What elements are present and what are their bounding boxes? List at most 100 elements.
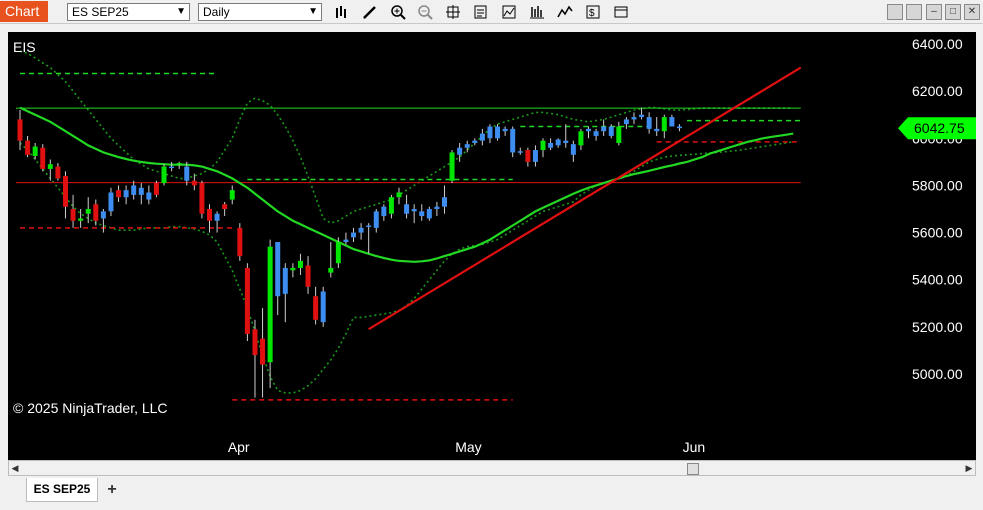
period-select-value: Daily [203, 5, 230, 19]
candle-body [616, 126, 622, 143]
minimize-button[interactable]: – [926, 4, 942, 20]
zoom-in-icon[interactable] [389, 3, 407, 21]
candle-body [237, 227, 243, 257]
candle-body [472, 140, 478, 143]
candle-body [260, 338, 266, 365]
price-tick-label: 5600.00 [912, 225, 963, 241]
candle-body [62, 176, 68, 207]
candle-body [366, 225, 372, 227]
crosshair-icon[interactable] [444, 3, 462, 21]
candle-body [229, 190, 235, 200]
bar-type-icon[interactable] [333, 3, 351, 21]
candle-body [17, 119, 23, 141]
data-box-icon[interactable] [472, 3, 490, 21]
candle-body [176, 163, 182, 165]
candle-body [639, 114, 645, 118]
chart-tab-strip: ES SEP25 + [0, 476, 983, 510]
candle-body [335, 242, 341, 264]
candle-body [646, 117, 652, 129]
window-option-button[interactable] [887, 4, 903, 20]
tab-es-sep25[interactable]: ES SEP25 [26, 478, 98, 502]
last-price-marker: 6042.75 [898, 117, 976, 140]
candle-body [426, 209, 432, 219]
candle-body [548, 143, 554, 148]
candle-body [191, 180, 197, 186]
candle-body [510, 128, 516, 153]
maximize-button[interactable]: □ [945, 4, 961, 20]
price-tick-label: 5400.00 [912, 272, 963, 288]
candle-body [608, 126, 614, 136]
candle-body [313, 296, 319, 320]
candle-body [290, 267, 296, 271]
candle-body [396, 192, 402, 198]
scrollbar-thumb[interactable] [687, 463, 699, 475]
candle-body [305, 265, 311, 287]
scroll-right-icon[interactable]: ▶ [963, 461, 975, 475]
candle-body [464, 144, 470, 148]
strategies-icon[interactable] [528, 3, 546, 21]
instrument-select-value: ES SEP25 [72, 5, 129, 19]
candle-body [25, 140, 31, 155]
indicators-icon[interactable] [500, 3, 518, 21]
chart-scrollbar[interactable]: ◀ ▶ [8, 460, 976, 476]
bollinger-bands [19, 50, 794, 394]
instrument-select[interactable]: ES SEP25 ▼ [67, 3, 190, 21]
price-tick-label: 6400.00 [912, 36, 963, 52]
add-tab-button[interactable]: + [101, 480, 123, 500]
candle-body [93, 204, 99, 221]
candle-body [449, 152, 455, 181]
moving-average [19, 106, 794, 263]
template-icon[interactable] [612, 3, 630, 21]
time-tick-label: Jun [683, 439, 706, 455]
candle-body [358, 227, 364, 233]
chart-properties-icon[interactable] [556, 3, 574, 21]
candle-body [441, 197, 447, 207]
chevron-down-icon: ▼ [308, 6, 318, 17]
candle-body [540, 140, 546, 151]
time-axis[interactable]: Apr May Jun [228, 439, 705, 455]
price-chart[interactable]: 5000.005200.005400.005600.005800.006000.… [8, 32, 976, 460]
candle-body [116, 190, 122, 198]
price-tick-label: 5000.00 [912, 366, 963, 382]
bollinger-lower [19, 141, 794, 394]
chevron-down-icon: ▼ [176, 6, 186, 17]
chart-symbol-label: EIS [13, 39, 36, 55]
candle-body [169, 166, 175, 169]
trendline [368, 66, 802, 331]
candle-body [525, 150, 531, 162]
candle-body [502, 128, 508, 132]
candle-body [275, 242, 281, 297]
more-icon[interactable]: $ [584, 3, 602, 21]
price-axis[interactable]: 5000.005200.005400.005600.005800.006000.… [912, 36, 963, 382]
window-link-button[interactable] [906, 4, 922, 20]
candle-body [388, 197, 394, 214]
chart-window-tag[interactable]: Chart [0, 1, 48, 22]
trend-line [368, 66, 802, 331]
candle-body [343, 239, 349, 242]
zoom-out-icon[interactable] [416, 3, 434, 21]
close-button[interactable]: ✕ [964, 4, 980, 20]
candle-body [570, 144, 576, 155]
candle-body [601, 126, 607, 132]
candle-body [563, 140, 569, 143]
draw-pencil-icon[interactable] [361, 3, 379, 21]
candle-body [267, 246, 273, 363]
candle-body [517, 151, 523, 153]
candle-body [244, 267, 250, 334]
time-tick-label: Apr [228, 439, 250, 455]
candle-body [434, 206, 440, 209]
candle-body [78, 218, 84, 221]
candle-body [146, 192, 152, 200]
candle-body [419, 211, 425, 217]
period-select[interactable]: Daily ▼ [198, 3, 322, 21]
price-tick-label: 5800.00 [912, 177, 963, 193]
candle-body [328, 267, 334, 273]
candle-body [297, 260, 303, 268]
candle-body [70, 209, 76, 221]
scroll-left-icon[interactable]: ◀ [9, 461, 21, 475]
chart-svg[interactable]: 5000.005200.005400.005600.005800.006000.… [8, 32, 976, 460]
horizontal-lines [16, 72, 801, 401]
candle-body [661, 117, 667, 132]
candle-body [351, 232, 357, 238]
candle-body [207, 209, 212, 221]
